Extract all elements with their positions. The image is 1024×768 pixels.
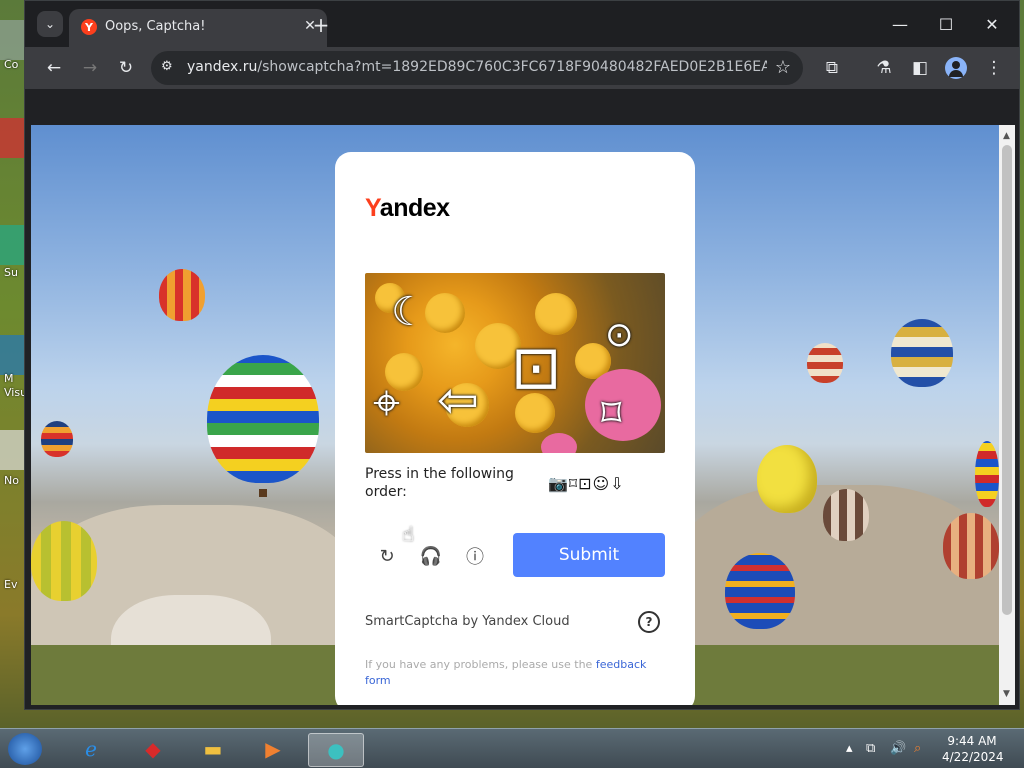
pink-flower <box>585 369 661 441</box>
bookmark-star-icon[interactable]: ☆ <box>775 57 791 78</box>
info-icon: ⓘ <box>466 547 484 568</box>
tab-search-button[interactable]: ⌄ <box>37 11 63 37</box>
browser-window: ⌄ Y Oops, Captcha! ✕ + — ☐ ✕ ← → ↻ ⚙ yan… <box>24 0 1020 710</box>
captcha-face-icon: ⊙ <box>605 315 634 355</box>
minimize-button[interactable]: — <box>885 11 915 37</box>
chevron-down-icon: ⌄ <box>44 17 56 31</box>
refresh-captcha-button[interactable]: ↻ <box>375 544 399 568</box>
smartcaptcha-branding: SmartCaptcha by Yandex Cloud <box>365 614 570 629</box>
taskbar: ℯ ◆ ▬ ▶ ● ▴ ⧉ 🔊 ⌕ 9:44 AM 4/22/2024 <box>0 728 1024 768</box>
hot-air-balloon <box>975 441 999 507</box>
taskbar-media-icon[interactable]: ▶ <box>246 733 300 765</box>
mouse-cursor-icon: ☝ <box>402 522 415 546</box>
taskbar-explorer-icon[interactable]: ▬ <box>186 733 240 765</box>
network-icon[interactable]: ⧉ <box>866 741 875 756</box>
extensions-button[interactable]: ⧉ <box>819 55 845 81</box>
problems-text: If you have any problems, please use the… <box>365 657 655 689</box>
hot-air-balloon <box>891 319 953 387</box>
logo-y: Y <box>365 194 380 222</box>
browser-toolbar: ← → ↻ ⚙ yandex.ru/showcaptcha?mt=1892ED8… <box>25 47 1019 89</box>
menu-button[interactable]: ⋮ <box>981 55 1007 81</box>
arrow-right-icon: → <box>82 58 98 78</box>
desktop-label: M <box>4 372 14 385</box>
clock-time: 9:44 AM <box>947 734 997 748</box>
desktop-label: Co <box>4 58 19 71</box>
tab-strip: ⌄ Y Oops, Captcha! ✕ + — ☐ ✕ <box>25 1 1019 47</box>
labs-button[interactable]: ⚗ <box>871 55 897 81</box>
flower <box>535 293 577 335</box>
hot-air-balloon <box>207 355 319 483</box>
tray-expand-icon[interactable]: ▴ <box>846 741 853 756</box>
new-tab-button[interactable]: + <box>309 13 333 37</box>
side-panel-button[interactable]: ◧ <box>907 55 933 81</box>
scroll-up-icon[interactable]: ▲ <box>1003 131 1011 141</box>
flower <box>425 293 465 333</box>
flask-icon: ⚗ <box>876 58 892 78</box>
yandex-logo: Yandex <box>365 194 450 223</box>
taskbar-app-icon[interactable]: ◆ <box>126 733 180 765</box>
captcha-instruction: Press in the following order: <box>365 466 514 500</box>
captcha-frame-icon: ⌑ <box>601 391 622 437</box>
captcha-order-icons: 📷⌑⊡☺⇩ <box>548 474 625 493</box>
hot-air-balloon <box>31 521 97 601</box>
logo-rest: andex <box>379 194 450 222</box>
hot-air-balloon <box>41 421 73 457</box>
hot-air-balloon <box>725 553 795 629</box>
hot-air-balloon <box>159 269 205 321</box>
side-panel-icon: ◧ <box>911 58 929 78</box>
pink-flower <box>541 433 577 453</box>
close-window-button[interactable]: ✕ <box>977 11 1007 37</box>
desktop-label: No <box>4 474 19 487</box>
captcha-moon-icon: ☾ <box>391 289 427 335</box>
captcha-camera-icon: ⊡ <box>511 333 562 403</box>
kebab-menu-icon: ⋮ <box>985 58 1003 78</box>
scroll-down-icon[interactable]: ▼ <box>1003 689 1011 699</box>
info-button[interactable]: ⓘ <box>463 544 487 568</box>
profile-avatar[interactable] <box>945 57 967 79</box>
reload-icon: ↻ <box>118 58 134 78</box>
captcha-card: Yandex ☾ ⌖ ⇦ ⊡ ⊙ ⌑ Press in the followin <box>335 152 695 705</box>
submit-button[interactable]: Submit <box>513 533 665 577</box>
help-icon[interactable]: ? <box>638 611 660 633</box>
url-host: yandex.ru <box>187 59 258 75</box>
maximize-button[interactable]: ☐ <box>931 11 961 37</box>
volume-icon[interactable]: 🔊 <box>890 741 906 756</box>
refresh-icon: ↻ <box>379 545 395 567</box>
taskbar-ie-icon[interactable]: ℯ <box>64 733 118 765</box>
url-text[interactable]: yandex.ru/showcaptcha?mt=1892ED89C760C3F… <box>187 59 767 75</box>
hot-air-balloon <box>757 445 817 513</box>
back-button[interactable]: ← <box>41 55 67 81</box>
captcha-image[interactable]: ☾ ⌖ ⇦ ⊡ ⊙ ⌑ <box>365 273 665 453</box>
audio-captcha-button[interactable]: 🎧 <box>419 544 443 568</box>
system-clock[interactable]: 9:44 AM 4/22/2024 <box>942 733 1004 765</box>
clock-date: 4/22/2024 <box>942 750 1004 764</box>
headphones-icon: 🎧 <box>419 545 443 567</box>
yandex-favicon-icon: Y <box>81 19 97 35</box>
hot-air-balloon <box>807 343 843 383</box>
page-scrollbar[interactable]: ▲ ▼ <box>999 125 1015 705</box>
captcha-arrow-icon: ⇦ <box>437 371 479 429</box>
taskbar-browser-icon[interactable]: ● <box>308 733 364 767</box>
desktop-label: Ev <box>4 578 18 591</box>
puzzle-icon: ⧉ <box>825 58 839 78</box>
reload-button[interactable]: ↻ <box>113 55 139 81</box>
balloon-basket <box>259 489 267 497</box>
hot-air-balloon <box>943 513 999 579</box>
address-bar[interactable]: ⚙ yandex.ru/showcaptcha?mt=1892ED89C760C… <box>151 51 803 85</box>
bookmarks-bar <box>25 89 1019 125</box>
search-icon[interactable]: ⌕ <box>914 741 921 756</box>
desktop-label: Su <box>4 266 18 279</box>
problems-label: If you have any problems, please use the <box>365 658 596 671</box>
scroll-thumb[interactable] <box>1002 145 1012 615</box>
tab-captcha[interactable]: Y Oops, Captcha! ✕ <box>69 9 327 47</box>
page-viewport: Yandex ☾ ⌖ ⇦ ⊡ ⊙ ⌑ Press in the followin <box>31 125 999 705</box>
captcha-crosshair-icon: ⌖ <box>373 375 401 431</box>
forward-button[interactable]: → <box>77 55 103 81</box>
tab-title: Oops, Captcha! <box>105 19 206 34</box>
hot-air-balloon <box>823 489 869 541</box>
start-button[interactable] <box>8 733 42 765</box>
arrow-left-icon: ← <box>46 58 62 78</box>
site-info-icon[interactable]: ⚙ <box>161 59 181 77</box>
url-path: /showcaptcha?mt=1892ED89C760C3FC6718F904… <box>257 59 767 75</box>
